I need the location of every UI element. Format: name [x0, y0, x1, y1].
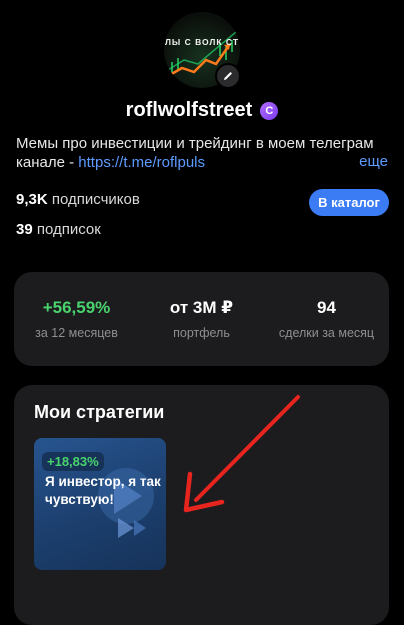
- subscriptions-label: подписок: [36, 221, 101, 238]
- metric-value: от 3М ₽: [169, 298, 234, 317]
- bio-link[interactable]: https://t.me/roflpuls: [78, 154, 205, 171]
- catalog-button[interactable]: В каталог: [309, 189, 389, 216]
- metric-label: портфель: [173, 326, 230, 340]
- subscribers-stat[interactable]: 9,3K подписчиков: [16, 191, 140, 208]
- metric-label: сделки за месяц: [278, 326, 375, 340]
- metrics-card: +56,59% за 12 месяцев от 3М ₽ портфель 9…: [14, 272, 389, 366]
- strategy-card[interactable]: +18,83% Я инвестор, я так чувствую!: [34, 438, 166, 570]
- pencil-icon: [224, 72, 232, 80]
- metric-yearly-return: +56,59% за 12 месяцев: [14, 298, 139, 340]
- subscribers-label: подписчиков: [51, 191, 140, 208]
- strategy-percent: +18,83%: [42, 452, 104, 471]
- subscriptions-count: 39: [16, 221, 33, 238]
- profile-bio: Мемы про инвестиции и трейдинг в моем те…: [16, 134, 388, 172]
- username-row: roflwolfstreet C: [0, 99, 404, 122]
- subscriptions-stat[interactable]: 39 подписок: [16, 221, 101, 238]
- strategies-card: Мои стратегии +18,83% Я инвестор, я так …: [14, 385, 389, 625]
- username: roflwolfstreet: [125, 99, 253, 121]
- strategy-name: Я инвестор, я так чувствую!: [45, 474, 161, 507]
- verified-badge-icon[interactable]: C: [260, 101, 279, 120]
- metric-portfolio: от 3М ₽ портфель: [139, 298, 264, 340]
- edit-avatar-button[interactable]: [215, 63, 241, 89]
- metric-value: 94: [317, 298, 336, 317]
- metric-label: за 12 месяцев: [35, 326, 118, 340]
- strategies-title: Мои стратегии: [34, 402, 165, 422]
- avatar-text: ЛЫ С ВОЛК СТ: [164, 37, 240, 47]
- subscribers-count: 9,3K: [16, 191, 48, 208]
- metric-trades: 94 сделки за месяц: [264, 298, 389, 340]
- metric-value: +56,59%: [42, 298, 111, 317]
- more-link[interactable]: еще: [359, 153, 388, 170]
